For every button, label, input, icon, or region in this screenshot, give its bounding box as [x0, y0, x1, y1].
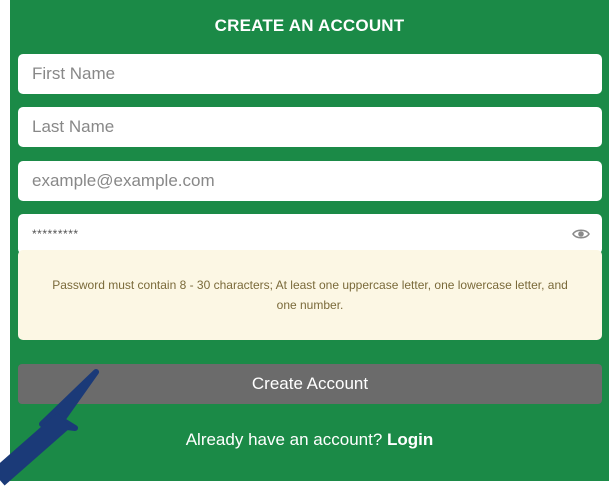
password-hint-text: Password must contain 8 - 30 characters;…: [52, 278, 568, 312]
last-name-input[interactable]: Last Name: [18, 107, 602, 147]
login-prompt-text: Already have an account?: [185, 430, 383, 449]
email-input[interactable]: example@example.com: [18, 161, 602, 201]
first-name-placeholder: First Name: [32, 64, 116, 83]
password-value: *********: [32, 227, 79, 241]
form-title: CREATE AN ACCOUNT: [214, 16, 405, 35]
create-account-label: Create Account: [251, 374, 369, 393]
password-input[interactable]: *********: [18, 214, 602, 254]
eye-icon[interactable]: [572, 226, 590, 242]
password-requirements-notice: Password must contain 8 - 30 characters;…: [18, 250, 602, 340]
pointer-arrow-icon: [0, 369, 99, 486]
login-link[interactable]: Login: [387, 430, 433, 449]
last-name-placeholder: Last Name: [32, 117, 115, 136]
email-placeholder: example@example.com: [32, 171, 215, 190]
first-name-input[interactable]: First Name: [18, 54, 602, 94]
